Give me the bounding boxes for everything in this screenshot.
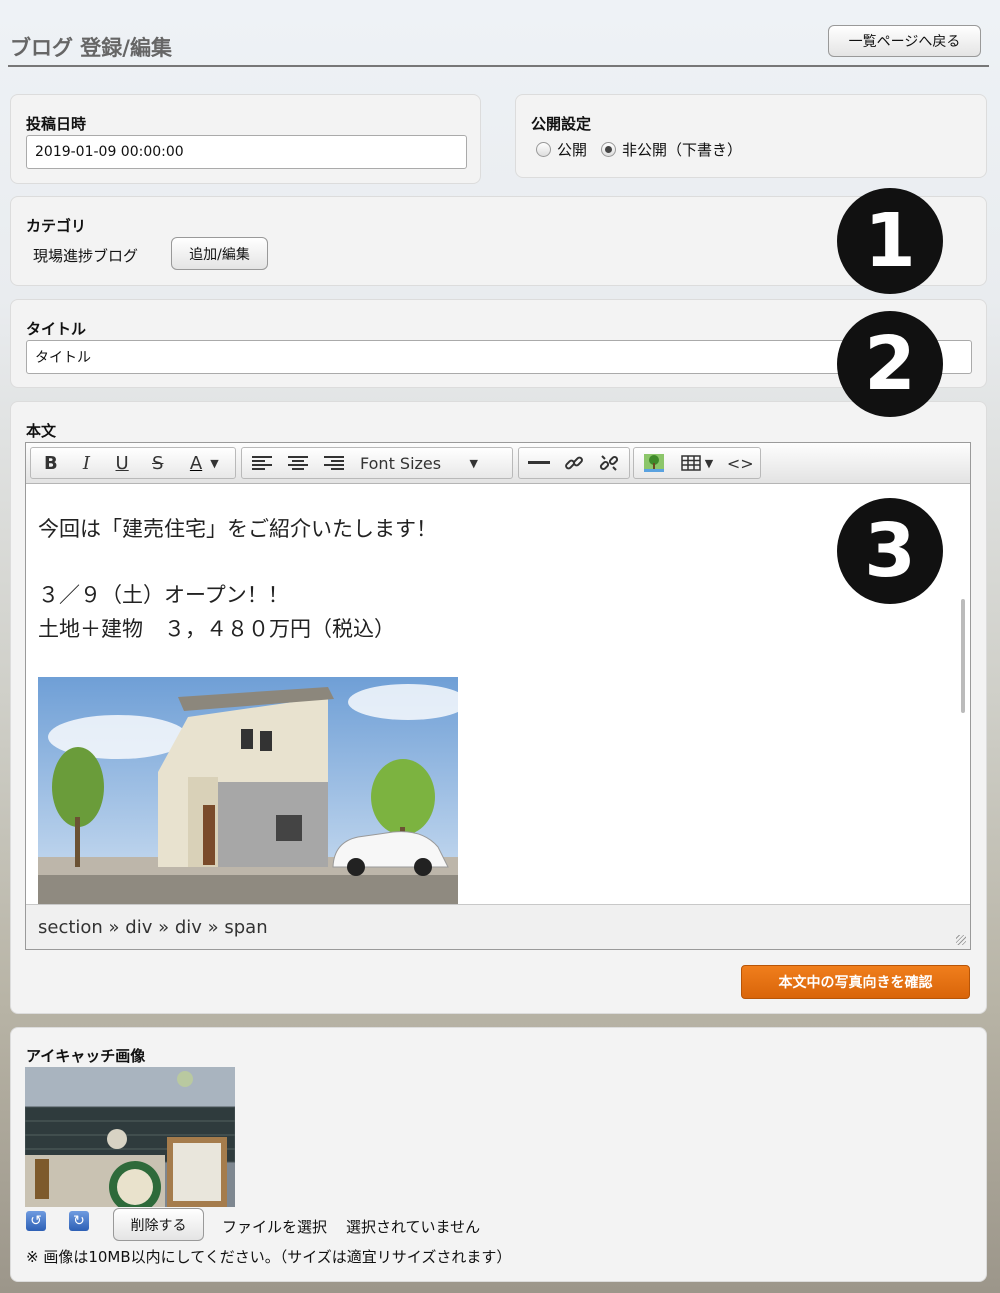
align-right-icon[interactable] <box>316 448 352 478</box>
toolbar-group-align: Font Sizes ▼ <box>241 447 513 479</box>
house-image <box>38 677 458 905</box>
eyecatch-image <box>25 1067 235 1207</box>
badge-2: 2 <box>837 311 943 417</box>
page-title: ブログ 登録/編集 <box>10 36 172 60</box>
editor-content[interactable]: 今回は「建売住宅」をご紹介いたします！ ３／９（土）オープン！！ 土地＋建物 ３… <box>26 485 970 905</box>
radio-public[interactable] <box>536 142 551 157</box>
image-icon[interactable] <box>636 448 671 478</box>
horizontal-rule-icon[interactable] <box>521 448 556 478</box>
size-note: ※ 画像は10MB以内にしてください。（サイズは適宜リサイズされます） <box>26 1248 512 1266</box>
radio-private[interactable] <box>601 142 617 157</box>
page-header: ブログ 登録/編集 一覧ページへ戻る <box>8 20 989 67</box>
post-date-panel: 投稿日時 2019-01-09 00:00:00 <box>10 94 481 184</box>
badge-1: 1 <box>837 188 943 294</box>
align-left-icon[interactable] <box>244 448 280 478</box>
category-value: 現場進捗ブログ <box>33 247 139 265</box>
text-color-icon[interactable]: A ▼ <box>176 448 233 478</box>
radio-private-label: 非公開（下書き） <box>622 141 743 159</box>
resize-grip-icon[interactable] <box>956 935 966 945</box>
align-center-icon[interactable] <box>280 448 316 478</box>
radio-public-label: 公開 <box>557 141 588 159</box>
body-line-2: ３／９（土）オープン！！ <box>38 583 289 607</box>
body-label: 本文 <box>26 422 57 440</box>
eyecatch-label: アイキャッチ画像 <box>26 1047 146 1065</box>
category-edit-button[interactable]: 追加/編集 <box>171 237 268 270</box>
italic-icon[interactable]: I <box>69 448 105 478</box>
table-icon[interactable]: ▼ <box>671 448 722 478</box>
toolbar-group-insert <box>518 447 630 479</box>
check-photo-orientation-button[interactable]: 本文中の写真向きを確認 <box>741 965 970 999</box>
badge-3: 3 <box>837 498 943 604</box>
editor-toolbar: B I U S A ▼ Font Sizes ▼ ▼ <> <box>26 443 970 484</box>
element-path: section » div » div » span <box>38 916 268 938</box>
post-date-input[interactable]: 2019-01-09 00:00:00 <box>26 135 467 169</box>
editor-statusbar: section » div » div » span <box>26 904 970 949</box>
font-sizes-select[interactable]: Font Sizes ▼ <box>352 448 486 478</box>
rotate-right-icon[interactable]: ↻ <box>69 1211 89 1231</box>
bold-icon[interactable]: B <box>33 448 69 478</box>
delete-image-button[interactable]: 削除する <box>113 1208 204 1241</box>
back-to-list-button[interactable]: 一覧ページへ戻る <box>828 25 981 57</box>
font-sizes-label: Font Sizes <box>360 453 442 473</box>
title-input[interactable]: タイトル <box>26 340 972 374</box>
chevron-down-icon: ▼ <box>469 456 478 470</box>
link-icon[interactable] <box>556 448 591 478</box>
visibility-label: 公開設定 <box>531 115 592 133</box>
body-line-3: 土地＋建物 ３，４８０万円（税込） <box>38 617 395 641</box>
toolbar-group-format: B I U S A ▼ <box>30 447 236 479</box>
post-date-label: 投稿日時 <box>26 115 87 133</box>
unlink-icon[interactable] <box>592 448 627 478</box>
body-line-1: 今回は「建売住宅」をご紹介いたします！ <box>38 517 437 541</box>
visibility-panel: 公開設定 公開 非公開（下書き） <box>515 94 987 178</box>
file-status: 選択されていません <box>346 1218 481 1236</box>
strikethrough-icon[interactable]: S <box>140 448 176 478</box>
underline-icon[interactable]: U <box>104 448 140 478</box>
editor-scrollbar[interactable] <box>961 599 965 713</box>
source-code-icon[interactable]: <> <box>723 448 758 478</box>
toolbar-group-media: ▼ <> <box>633 447 761 479</box>
visibility-options: 公開 非公開（下書き） <box>536 139 742 160</box>
title-label: タイトル <box>26 320 87 338</box>
rich-text-editor[interactable]: B I U S A ▼ Font Sizes ▼ ▼ <> 今回は「建売住宅」を… <box>25 442 971 950</box>
category-label: カテゴリ <box>26 217 87 235</box>
rotate-left-icon[interactable]: ↺ <box>26 1211 46 1231</box>
file-select-button[interactable]: ファイルを選択 <box>222 1216 327 1237</box>
